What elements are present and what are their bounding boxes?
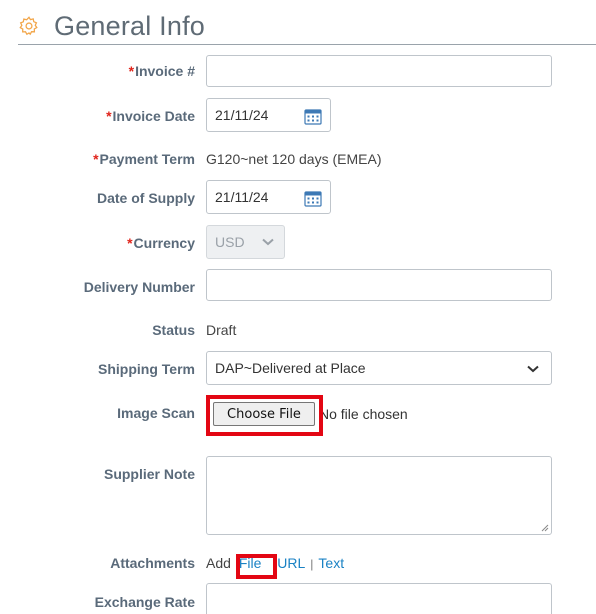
exchange-rate-label: Exchange Rate	[94, 594, 195, 610]
attachments-label: Attachments	[110, 555, 195, 571]
highlight-box	[206, 395, 323, 436]
attachments-add-text: Add	[206, 555, 231, 571]
status-value: Draft	[206, 322, 237, 338]
section-header: General Info	[18, 8, 596, 45]
delivery-number-label: Delivery Number	[83, 279, 195, 295]
calendar-icon[interactable]	[304, 108, 322, 125]
exchange-rate-input[interactable]	[206, 583, 552, 614]
required-marker: *	[106, 108, 112, 124]
shipping-term-select[interactable]: DAP~Delivered at Place	[206, 351, 552, 385]
highlight-box	[236, 554, 277, 579]
section-title: General Info	[54, 10, 205, 41]
add-url-link[interactable]: URL	[277, 555, 305, 571]
required-marker: *	[127, 235, 133, 251]
payment-term-value: G120~net 120 days (EMEA)	[206, 151, 382, 167]
date-of-supply-label: Date of Supply	[96, 190, 195, 206]
payment-term-label: *Payment Term	[93, 151, 195, 167]
currency-label: *Currency	[127, 235, 195, 251]
image-scan-label: Image Scan	[117, 405, 195, 421]
chevron-down-icon[interactable]	[527, 365, 539, 373]
resize-grip-icon[interactable]	[540, 523, 549, 532]
currency-select: USD	[206, 225, 285, 259]
supplier-note-label: Supplier Note	[103, 466, 195, 482]
supplier-note-textarea[interactable]	[206, 456, 552, 535]
chevron-down-icon	[262, 238, 274, 246]
invoice-number-label: *Invoice #	[128, 63, 195, 79]
date-of-supply-value: 21/11/24	[215, 189, 269, 205]
required-marker: *	[93, 151, 99, 167]
invoice-date-label: *Invoice Date	[106, 108, 195, 124]
required-marker: *	[128, 63, 135, 79]
calendar-icon[interactable]	[304, 190, 322, 207]
invoice-date-field[interactable]: 21/11/24	[206, 98, 331, 132]
shipping-term-label: Shipping Term	[98, 361, 195, 377]
gear-icon	[19, 16, 38, 36]
file-status-text: No file chosen	[319, 406, 408, 422]
link-separator: |	[310, 557, 314, 571]
delivery-number-input[interactable]	[206, 269, 552, 301]
shipping-term-value: DAP~Delivered at Place	[215, 360, 366, 376]
invoice-date-value: 21/11/24	[215, 107, 269, 123]
date-of-supply-field[interactable]: 21/11/24	[206, 180, 331, 214]
status-label: Status	[152, 322, 195, 338]
currency-value: USD	[215, 234, 245, 250]
add-text-link[interactable]: Text	[318, 555, 344, 571]
invoice-number-input[interactable]	[206, 55, 552, 87]
